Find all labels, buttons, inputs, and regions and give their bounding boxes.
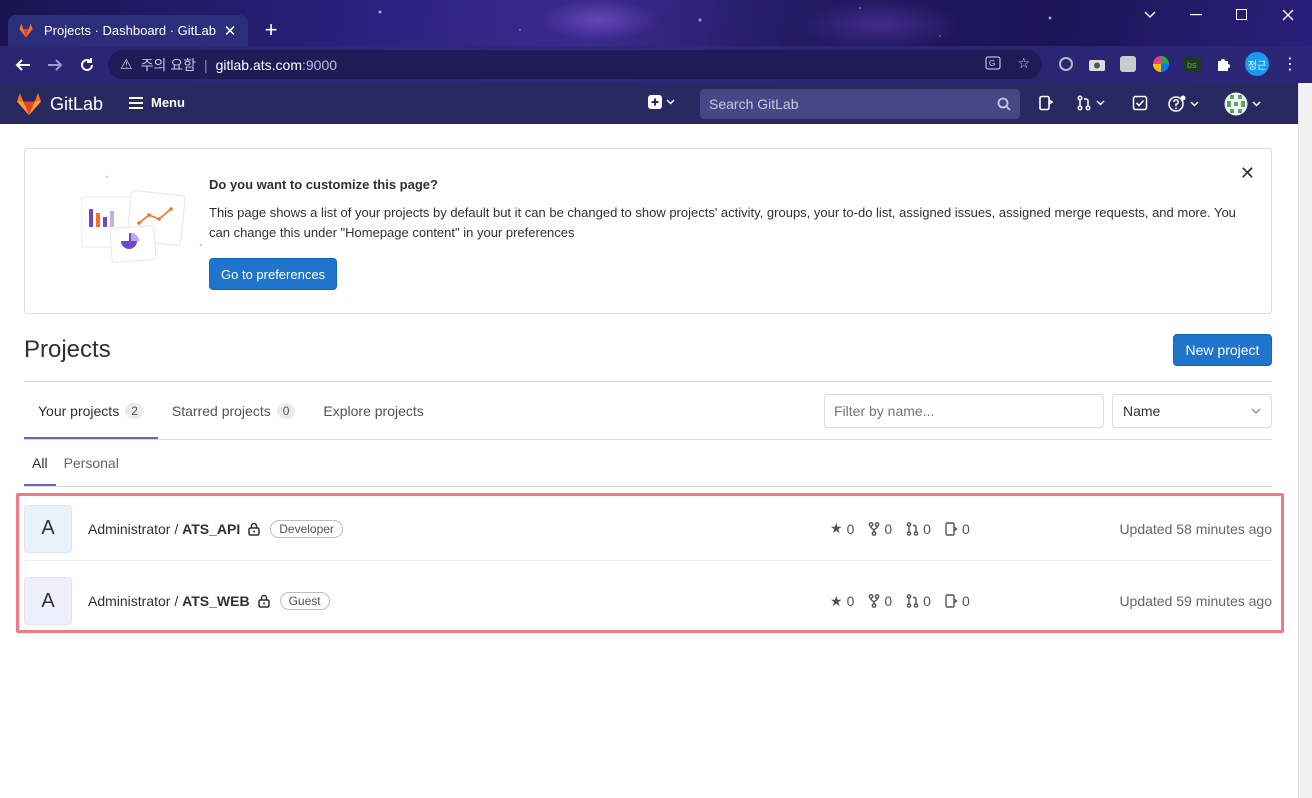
tab-label: Explore projects: [323, 402, 424, 419]
gitlab-logo-icon: [17, 93, 41, 115]
chevron-down-icon: [666, 99, 675, 105]
tab-label: Your projects: [38, 402, 120, 419]
security-text: 주의 요함: [140, 56, 196, 73]
banner-heading: Do you want to customize this page?: [209, 177, 438, 192]
extension-refresh-icon[interactable]: [1054, 52, 1078, 76]
reload-icon[interactable]: [71, 49, 103, 81]
tab-explore-projects[interactable]: Explore projects: [309, 382, 437, 439]
translate-icon[interactable]: G: [985, 55, 1001, 74]
gitlab-favicon-icon: [19, 23, 33, 38]
bookmark-star-icon[interactable]: ☆: [1017, 55, 1030, 74]
new-dropdown-button[interactable]: [648, 95, 675, 109]
gitlab-header: GitLab Menu Search GitLab: [0, 83, 1298, 124]
bs-extension-icon[interactable]: bs: [1181, 52, 1205, 76]
browser-menu-icon[interactable]: ⋮: [1278, 52, 1302, 76]
profile-label: 정근: [1247, 60, 1267, 72]
maximize-icon[interactable]: [1219, 0, 1265, 30]
svg-text:bs: bs: [1187, 60, 1197, 70]
main-menu-button[interactable]: Menu: [129, 95, 185, 110]
svg-text:G: G: [989, 59, 995, 68]
camera-icon[interactable]: [1085, 52, 1109, 76]
sort-value: Name: [1123, 403, 1161, 419]
tab-search-icon[interactable]: [1127, 0, 1173, 30]
menu-label: Menu: [151, 95, 185, 110]
new-project-button[interactable]: New project: [1173, 334, 1272, 366]
customize-illustration: [81, 175, 203, 263]
dismiss-banner-icon[interactable]: ✕: [1240, 163, 1255, 184]
plus-square-icon: [648, 95, 662, 109]
project-subtabs: All Personal: [24, 440, 127, 486]
hamburger-icon: [129, 96, 143, 109]
divider: [24, 439, 1272, 440]
chevron-down-icon: [1251, 408, 1261, 414]
chevron-down-icon: [1096, 100, 1105, 106]
warning-icon[interactable]: ⚠: [120, 56, 133, 73]
forward-icon[interactable]: [39, 49, 71, 81]
subtab-personal[interactable]: Personal: [56, 440, 127, 486]
page-title: Projects: [24, 336, 111, 363]
search-icon: [997, 97, 1011, 111]
filter-by-name-input[interactable]: [824, 394, 1104, 428]
search-input[interactable]: Search GitLab: [700, 89, 1020, 119]
todo-icon[interactable]: [1132, 95, 1148, 111]
issues-shortcut-icon[interactable]: [1038, 95, 1054, 111]
help-dropdown[interactable]: [1168, 95, 1199, 113]
url-host: gitlab.ats.com: [215, 56, 302, 73]
user-avatar: [1224, 92, 1248, 116]
subtab-all[interactable]: All: [24, 440, 56, 486]
go-to-preferences-button[interactable]: Go to preferences: [209, 258, 338, 290]
extensions-puzzle-icon[interactable]: [1212, 52, 1236, 76]
merge-request-icon: [1077, 95, 1091, 111]
profile-avatar[interactable]: 정근: [1245, 52, 1269, 76]
color-wheel-icon[interactable]: [1149, 52, 1173, 76]
minimize-icon[interactable]: [1173, 0, 1219, 30]
merge-requests-dropdown[interactable]: [1076, 95, 1105, 111]
back-icon[interactable]: [7, 49, 39, 81]
sort-dropdown[interactable]: Name: [1112, 394, 1272, 428]
search-placeholder: Search GitLab: [709, 96, 799, 112]
tab-title: Projects · Dashboard · GitLab: [44, 23, 216, 38]
banner-body: This page shows a list of your projects …: [209, 205, 1236, 240]
address-bar[interactable]: ⚠ 주의 요함 | gitlab.ats.com:9000 G ☆: [108, 50, 1042, 79]
tab-your-projects[interactable]: Your projects 2: [24, 382, 158, 439]
extension-app-icon[interactable]: [1116, 52, 1140, 76]
chevron-down-icon: [1190, 101, 1199, 107]
page-scrollbar[interactable]: [1298, 83, 1312, 798]
window-close-icon[interactable]: [1265, 0, 1311, 30]
url-separator: |: [203, 56, 208, 73]
user-menu[interactable]: [1224, 92, 1261, 116]
tab-close-icon[interactable]: ✕: [222, 22, 238, 40]
customize-homepage-banner: Do you want to customize this page? This…: [24, 148, 1272, 314]
tab-count-badge: 2: [125, 402, 144, 419]
tab-label: Starred projects: [171, 402, 271, 419]
tab-starred-projects[interactable]: Starred projects 0: [158, 382, 310, 439]
browser-tab[interactable]: Projects · Dashboard · GitLab ✕: [8, 15, 248, 46]
gitlab-home-link[interactable]: GitLab: [16, 92, 103, 116]
tab-count-badge: 0: [276, 402, 296, 419]
chevron-down-icon: [1252, 101, 1261, 107]
highlight-annotation-box: [16, 493, 1284, 633]
url-port: :9000: [302, 56, 338, 73]
gitlab-brand-text: GitLab: [50, 93, 104, 114]
help-icon: [1168, 95, 1186, 112]
divider: [24, 486, 1272, 487]
project-tabs: Your projects 2 Starred projects 0 Explo…: [24, 382, 438, 439]
browser-chrome: Projects · Dashboard · GitLab ✕ + ⚠ 주의 요…: [0, 0, 1312, 83]
browser-toolbar: ⚠ 주의 요함 | gitlab.ats.com:9000 G ☆ bs 정근…: [0, 46, 1312, 83]
new-tab-button[interactable]: +: [258, 18, 284, 44]
